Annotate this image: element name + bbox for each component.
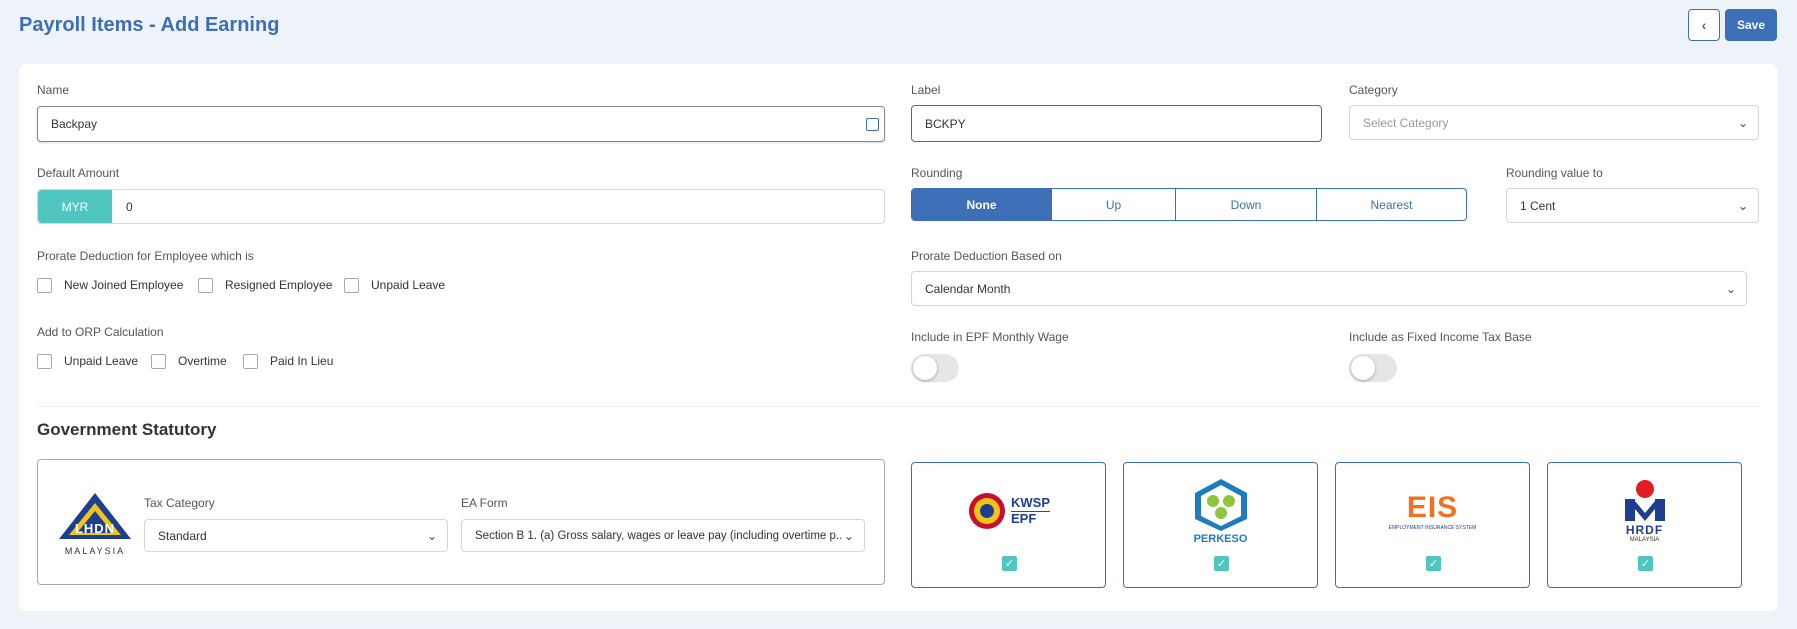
- label-input[interactable]: BCKPY: [911, 105, 1322, 142]
- rounding-option-down[interactable]: Down: [1175, 189, 1316, 220]
- checkbox-new-joined[interactable]: [37, 278, 52, 293]
- prorate-basis-value: Calendar Month: [925, 281, 1011, 296]
- chevron-down-icon: ⌄: [1737, 198, 1748, 213]
- checkbox-unpaid-leave-prorate[interactable]: [344, 278, 359, 293]
- hrdf-subtext: MALAYSIA: [1629, 537, 1660, 543]
- tax-category-select[interactable]: Standard ⌄: [144, 519, 448, 552]
- autofill-icon: [866, 118, 879, 131]
- ea-form-value: Section B 1. (a) Gross salary, wages or …: [475, 529, 842, 542]
- default-amount-label: Default Amount: [37, 166, 120, 180]
- prorate-basis-select[interactable]: Calendar Month ⌄: [911, 271, 1747, 306]
- default-amount-value: 0: [126, 199, 133, 214]
- checkbox-resigned[interactable]: [198, 278, 213, 293]
- check-icon[interactable]: ✓: [1002, 556, 1017, 571]
- chevron-down-icon: ⌄: [1725, 281, 1736, 296]
- eis-logo: EIS EMPLOYMENT INSURANCE SYSTEM: [1336, 471, 1529, 551]
- toggle-knob: [913, 356, 937, 380]
- name-value: Backpay: [51, 117, 98, 131]
- fixed-tax-label: Include as Fixed Income Tax Base: [1349, 330, 1532, 344]
- checkbox-label-resigned: Resigned Employee: [225, 278, 333, 292]
- kwsp-text: KWSP: [1011, 495, 1050, 511]
- eis-text: EIS: [1406, 491, 1459, 524]
- category-label: Category: [1349, 83, 1398, 97]
- checkbox-label-orp-overtime: Overtime: [178, 354, 227, 368]
- toggle-knob: [1351, 356, 1375, 380]
- rounding-option-nearest[interactable]: Nearest: [1316, 189, 1466, 220]
- check-icon[interactable]: ✓: [1638, 556, 1653, 571]
- rounding-label: Rounding: [911, 166, 963, 180]
- default-amount-input[interactable]: 0: [37, 189, 885, 224]
- checkbox-label-new-joined: New Joined Employee: [64, 278, 184, 292]
- perkeso-logo: PERKESO: [1124, 471, 1317, 551]
- ea-form-label: EA Form: [461, 496, 508, 510]
- rounding-value-label: Rounding value to: [1506, 166, 1603, 180]
- currency-prefix: MYR: [38, 190, 112, 223]
- epf-wage-toggle[interactable]: [911, 354, 959, 382]
- statutory-card-perkeso[interactable]: PERKESO ✓: [1123, 462, 1318, 588]
- tax-category-label: Tax Category: [144, 496, 215, 510]
- statutory-card-hrdf[interactable]: HRDF MALAYSIA ✓: [1547, 462, 1742, 588]
- hrdf-text: HRDF: [1625, 523, 1664, 537]
- epf-wage-label: Include in EPF Monthly Wage: [911, 330, 1069, 344]
- check-icon[interactable]: ✓: [1426, 556, 1441, 571]
- rounding-segmented-control: None Up Down Nearest: [911, 188, 1467, 221]
- kwsp-epf-logo: KWSP EPF: [912, 471, 1105, 551]
- lhdn-logo-text: LHDN: [74, 521, 116, 536]
- hrdf-logo: HRDF MALAYSIA: [1548, 471, 1741, 551]
- chevron-down-icon: ⌄: [843, 528, 854, 543]
- hrdf-emblem-icon: [1624, 480, 1665, 521]
- rounding-value-select[interactable]: 1 Cent ⌄: [1506, 188, 1759, 223]
- section-divider: [37, 406, 1760, 407]
- chevron-down-icon: ⌄: [1737, 115, 1748, 130]
- prorate-basis-label: Prorate Deduction Based on: [911, 249, 1062, 263]
- perkeso-emblem-icon: [1194, 479, 1247, 531]
- orp-label: Add to ORP Calculation: [37, 325, 164, 339]
- tax-category-value: Standard: [158, 528, 207, 543]
- rounding-value: 1 Cent: [1520, 198, 1556, 213]
- label-field-label: Label: [911, 83, 941, 97]
- chevron-down-icon: ⌄: [426, 528, 437, 543]
- checkbox-orp-paid-in-lieu[interactable]: [243, 354, 258, 369]
- save-button[interactable]: Save: [1725, 9, 1777, 41]
- category-select[interactable]: Select Category ⌄: [1349, 105, 1759, 140]
- lhdn-logo-sub: MALAYSIA: [64, 546, 126, 556]
- statutory-title: Government Statutory: [37, 420, 217, 439]
- rounding-option-up[interactable]: Up: [1051, 189, 1175, 220]
- checkbox-orp-overtime[interactable]: [151, 354, 166, 369]
- back-button[interactable]: ‹: [1688, 9, 1720, 41]
- statutory-card-epf[interactable]: KWSP EPF ✓: [911, 462, 1106, 588]
- lhdn-logo: LHDN MALAYSIA: [55, 491, 135, 559]
- rounding-option-none[interactable]: None: [912, 189, 1051, 220]
- label-value: BCKPY: [925, 116, 966, 131]
- eis-subtext: EMPLOYMENT INSURANCE SYSTEM: [1388, 525, 1477, 531]
- perkeso-text: PERKESO: [1193, 533, 1248, 545]
- page-title: Payroll Items - Add Earning: [19, 14, 280, 36]
- category-placeholder: Select Category: [1363, 115, 1449, 130]
- epf-text: EPF: [1011, 510, 1050, 526]
- fixed-tax-toggle[interactable]: [1349, 354, 1397, 382]
- kwsp-emblem-icon: [969, 493, 1005, 529]
- chevron-left-icon: ‹: [1701, 17, 1707, 33]
- checkbox-orp-unpaid-leave[interactable]: [37, 354, 52, 369]
- name-label: Name: [37, 83, 70, 97]
- checkbox-label-orp-paid-in-lieu: Paid In Lieu: [270, 354, 334, 368]
- checkbox-label-unpaid-leave-prorate: Unpaid Leave: [371, 278, 446, 292]
- check-icon[interactable]: ✓: [1214, 556, 1229, 571]
- name-input[interactable]: Backpay: [37, 106, 885, 142]
- checkbox-label-orp-unpaid-leave: Unpaid Leave: [64, 354, 139, 368]
- ea-form-select[interactable]: Section B 1. (a) Gross salary, wages or …: [461, 519, 865, 552]
- statutory-card-eis[interactable]: EIS EMPLOYMENT INSURANCE SYSTEM ✓: [1335, 462, 1530, 588]
- prorate-label: Prorate Deduction for Employee which is: [37, 249, 254, 263]
